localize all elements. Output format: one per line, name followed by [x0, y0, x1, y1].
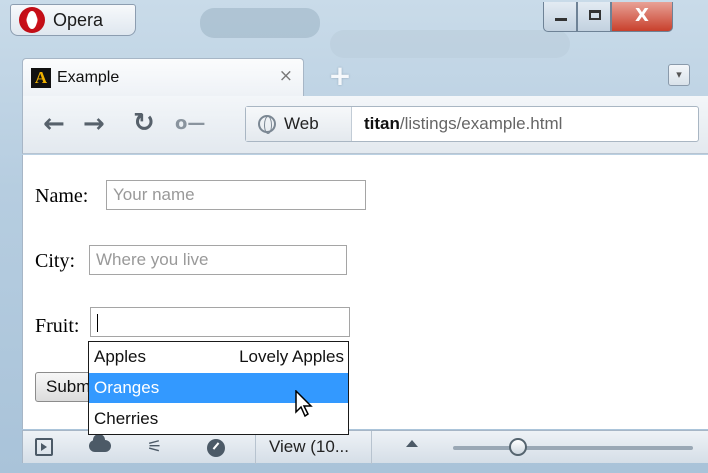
web-badge[interactable]: Web: [246, 107, 352, 141]
panel-icon[interactable]: [35, 438, 53, 456]
globe-icon: [258, 115, 276, 134]
close-tab-icon[interactable]: ×: [279, 66, 293, 86]
address-bar[interactable]: Web titan/listings/example.html: [245, 106, 699, 142]
option-label: Cherries: [94, 409, 159, 428]
cloud-icon[interactable]: [89, 434, 111, 452]
key-icon[interactable]: o—: [175, 113, 205, 134]
navigation-toolbar: ← → ↻ o— Web titan/listings/example.html: [22, 96, 708, 154]
tab-example[interactable]: A Example ×: [22, 58, 304, 96]
reload-icon[interactable]: ↻: [133, 108, 155, 138]
background-blur: [200, 8, 320, 38]
close-window-button[interactable]: X: [611, 2, 673, 32]
opera-menu-label: Opera: [53, 9, 104, 30]
name-input[interactable]: Your name: [106, 180, 366, 210]
url-text[interactable]: titan/listings/example.html: [364, 114, 562, 134]
minimize-icon: [555, 18, 567, 21]
fruit-label: Fruit:: [35, 315, 80, 337]
forward-icon[interactable]: →: [83, 109, 105, 139]
option-label: Oranges: [94, 378, 160, 397]
url-host: titan: [364, 114, 400, 133]
speedometer-icon[interactable]: [207, 439, 225, 457]
tab-label: Example: [57, 68, 120, 86]
background-blur: [330, 30, 570, 58]
option-description: Lovely Apples: [239, 347, 344, 366]
zoom-slider-thumb[interactable]: [509, 438, 527, 456]
favicon-icon: A: [31, 67, 51, 88]
url-path: /listings/example.html: [399, 114, 563, 133]
city-label: City:: [35, 250, 76, 272]
chevron-up-icon[interactable]: [406, 440, 418, 447]
minimize-button[interactable]: [543, 2, 577, 32]
city-input[interactable]: Where you live: [89, 245, 347, 275]
maximize-icon: [589, 10, 601, 20]
fruit-input[interactable]: [90, 307, 350, 337]
new-tab-button[interactable]: +: [327, 62, 353, 90]
autocomplete-option[interactable]: Apples Lovely Apples: [89, 342, 348, 372]
text-caret: [97, 314, 98, 332]
opera-logo-icon: [19, 7, 45, 33]
opera-menu-button[interactable]: Opera: [10, 4, 136, 36]
mouse-pointer-icon: [295, 390, 313, 418]
back-icon[interactable]: ←: [43, 109, 65, 139]
web-badge-label: Web: [284, 114, 319, 133]
zoom-slider-track[interactable]: [453, 446, 693, 450]
tab-menu-button[interactable]: ▾: [668, 64, 690, 86]
divider: [255, 431, 256, 464]
view-zoom-button[interactable]: View (10...: [269, 437, 349, 457]
name-label: Name:: [35, 185, 89, 207]
autocomplete-dropdown: Apples Lovely Apples Oranges Cherries: [88, 341, 349, 435]
maximize-button[interactable]: [577, 2, 611, 32]
share-icon[interactable]: ⚟: [147, 437, 162, 457]
option-label: Apples: [94, 347, 146, 366]
divider: [371, 431, 372, 464]
